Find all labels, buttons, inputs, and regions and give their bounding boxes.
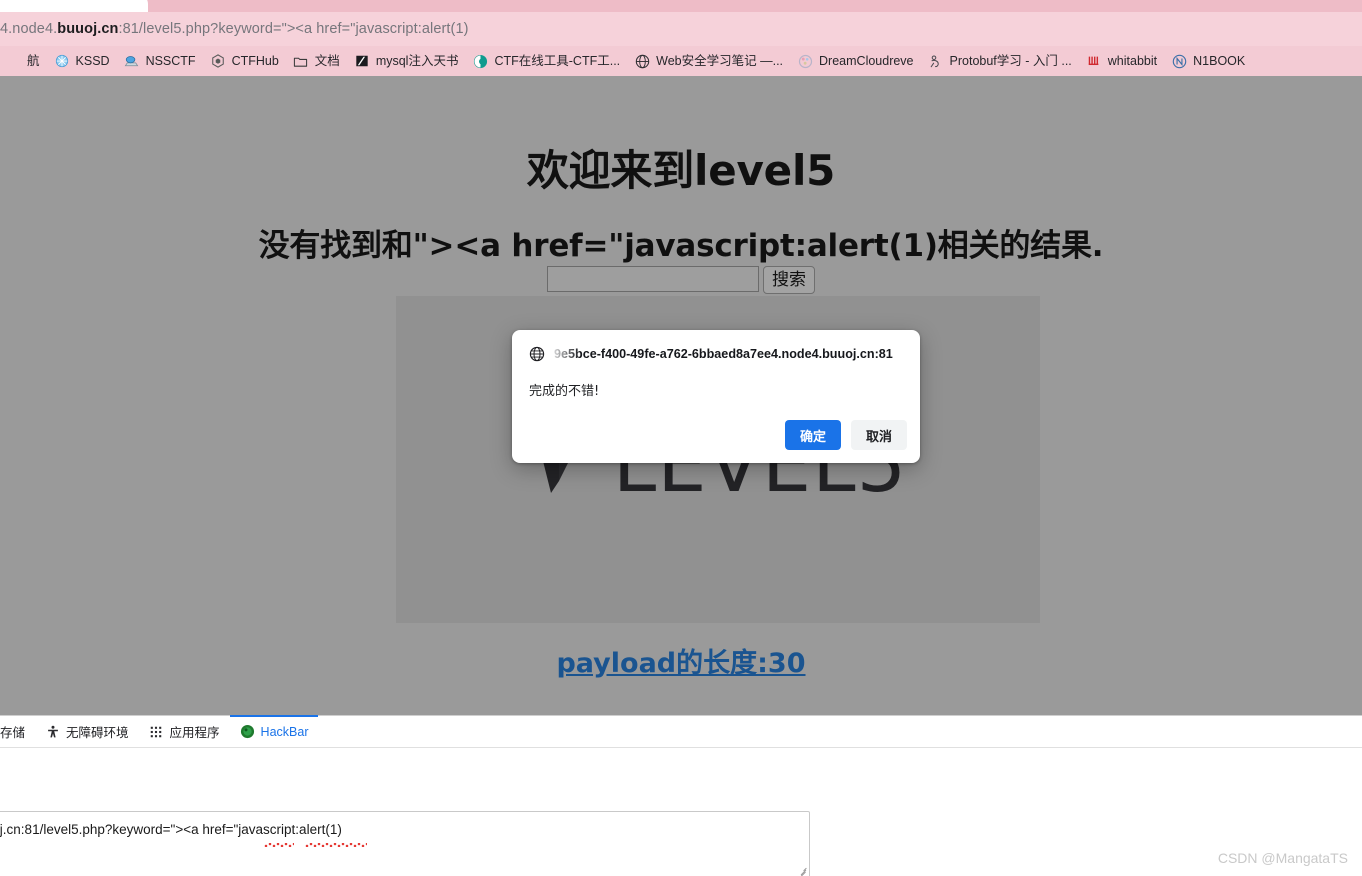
browser-chrome: 4.node4.buuoj.cn:81/level5.php?keyword="… <box>0 0 1362 76</box>
bookmark-item-2[interactable]: NSSCTF <box>119 51 205 71</box>
page-title: 欢迎来到level5 <box>526 146 836 196</box>
dialog-origin-row: 9e5bce-f400-49fe-a762-6bbaed8a7ee4.node4… <box>529 346 893 362</box>
tab-strip <box>0 0 1362 14</box>
slash-square-icon <box>354 53 370 69</box>
tab-accessibility[interactable]: 无障碍环境 <box>35 716 139 747</box>
csdn-watermark: CSDN @MangataTS <box>1217 850 1348 866</box>
bookmark-label: KSSD <box>75 54 110 68</box>
tab-storage[interactable]: 存储 <box>0 716 35 747</box>
tab-application[interactable]: 应用程序 <box>139 716 230 747</box>
search-form: 搜索 <box>0 266 1362 294</box>
screenshot-root: 4.node4.buuoj.cn:81/level5.php?keyword="… <box>0 0 1362 876</box>
text-icon <box>5 53 21 69</box>
payload-length-link[interactable]: payload的长度:30 <box>0 641 1362 680</box>
url-prefix: 4.node4. <box>0 21 58 37</box>
hackbar-circle-icon <box>240 724 255 739</box>
folder-icon <box>293 53 309 69</box>
tab-hackbar[interactable]: HackBar <box>229 715 319 747</box>
bookmark-label: Web安全学习笔记 —... <box>656 54 784 68</box>
bookmark-item-3[interactable]: CTFHub <box>205 51 288 71</box>
globe-icon <box>634 53 650 69</box>
hexagon-icon <box>210 53 226 69</box>
spellcheck-underline-javascript <box>305 843 367 847</box>
bookmark-label: N1BOOK <box>1193 54 1246 68</box>
bookmark-item-6[interactable]: CTF在线工具-CTF工... <box>467 51 629 71</box>
dialog-origin-text: 9e5bce-f400-49fe-a762-6bbaed8a7ee4.node4… <box>554 347 893 361</box>
tab-label: 应用程序 <box>169 726 220 740</box>
spellcheck-underline-href <box>264 843 294 847</box>
satellite-dish-icon <box>124 53 140 69</box>
tab-label: 无障碍环境 <box>66 726 129 740</box>
page-subtitle: 没有找到和"><a href="javascript:alert(1)相关的结果… <box>258 227 1104 264</box>
devtools-panel: 存储 无障碍环境 应用程序 HackBar <box>0 715 1362 876</box>
url-path: :81/level5.php?keyword="><a href="javasc… <box>118 21 469 37</box>
url-host: buuoj.cn <box>57 21 119 37</box>
red-mark-icon <box>1086 53 1102 69</box>
dialog-cancel-button[interactable]: 取消 <box>851 420 907 450</box>
bookmark-label: DreamCloudreve <box>819 54 914 68</box>
bookmark-item-9[interactable]: Protobuf学习 - 入门 ... <box>923 51 1081 71</box>
dialog-actions: 确定 取消 <box>785 420 907 450</box>
cloud-icon <box>797 53 813 69</box>
bookmark-item-4[interactable]: 文档 <box>288 51 349 71</box>
bookmark-label: 航 <box>27 54 40 68</box>
bookmark-label: 文档 <box>314 54 340 68</box>
search-button[interactable]: 搜索 <box>763 266 815 294</box>
dialog-confirm-button[interactable]: 确定 <box>785 420 841 450</box>
snowflake-icon <box>54 53 70 69</box>
globe-icon <box>529 346 545 362</box>
bookmark-item-11[interactable]: N1BOOK <box>1166 51 1254 71</box>
bookmark-label: CTF在线工具-CTF工... <box>494 54 621 68</box>
tab-label: HackBar <box>260 724 309 739</box>
address-bar[interactable]: 4.node4.buuoj.cn:81/level5.php?keyword="… <box>0 12 1362 46</box>
bookmark-item-0[interactable]: 航 <box>0 51 49 71</box>
grid-dots-icon <box>149 724 164 739</box>
bookmark-item-1[interactable]: KSSD <box>49 51 119 71</box>
bookmark-label: mysql注入天书 <box>375 54 459 68</box>
bookmark-item-10[interactable]: whitabbit <box>1081 51 1166 71</box>
bookmark-item-7[interactable]: Web安全学习笔记 —... <box>629 51 792 71</box>
bookmark-item-8[interactable]: DreamCloudreve <box>792 51 922 71</box>
accessibility-icon <box>45 724 60 739</box>
bookmark-item-5[interactable]: mysql注入天书 <box>349 51 468 71</box>
bookmark-label: CTFHub <box>231 54 279 68</box>
bookmarks-bar: 航 KSSD NSSCTF CTFHub 文档 mysql注入天书 CTF在线工… <box>0 46 1362 76</box>
moon-circle-icon <box>472 53 488 69</box>
n-circle-icon <box>1171 53 1187 69</box>
tab-label: 存储 <box>0 726 26 740</box>
devtools-tabbar: 存储 无障碍环境 应用程序 HackBar <box>0 715 1362 748</box>
search-input[interactable] <box>547 266 759 292</box>
bookmark-label: NSSCTF <box>145 54 196 68</box>
address-bar-text: 4.node4.buuoj.cn:81/level5.php?keyword="… <box>0 21 469 37</box>
hackbar-url-textarea[interactable] <box>0 811 810 876</box>
bookmark-label: whitabbit <box>1107 54 1158 68</box>
person-icon <box>928 53 944 69</box>
javascript-confirm-dialog: 9e5bce-f400-49fe-a762-6bbaed8a7ee4.node4… <box>512 330 920 463</box>
dialog-message: 完成的不错! <box>529 384 600 399</box>
hackbar-panel <box>0 748 1362 876</box>
bookmark-label: Protobuf学习 - 入门 ... <box>949 54 1072 68</box>
